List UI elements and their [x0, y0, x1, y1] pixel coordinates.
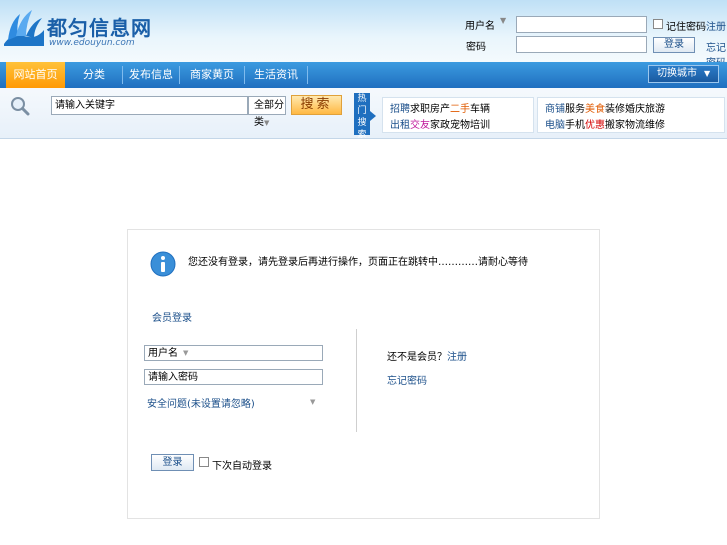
- hot-keyword-link[interactable]: 物流: [625, 116, 645, 131]
- nav-item-post[interactable]: 发布信息: [123, 62, 179, 88]
- hot-keyword-link[interactable]: 求职: [410, 100, 430, 115]
- hot-keyword-link[interactable]: 出租: [390, 116, 410, 131]
- hot-keyword-link[interactable]: 优惠: [585, 116, 605, 131]
- hot-keyword-link[interactable]: 招聘: [390, 100, 410, 115]
- chevron-down-icon[interactable]: ▼: [704, 69, 710, 78]
- arrow-right-icon: [370, 111, 376, 121]
- city-switch-label: 切换城市: [657, 68, 697, 79]
- hot-search-tab-label: 热门搜索: [357, 94, 367, 140]
- redirect-message: 您还没有登录，请先登录后再进行操作，页面正在跳转中…………请耐心等待: [188, 257, 528, 268]
- hot-keyword-link[interactable]: 二手: [450, 100, 470, 115]
- user-type-select[interactable]: 用户名: [465, 17, 495, 32]
- chevron-down-icon: ▼: [264, 119, 270, 127]
- hot-keyword-link[interactable]: 商铺: [545, 100, 565, 115]
- chevron-down-icon: ▼: [183, 349, 189, 357]
- hot-search-tab[interactable]: 热门搜索: [354, 93, 370, 140]
- auto-login-checkbox[interactable]: [199, 457, 209, 467]
- dialog-password-input[interactable]: 请输入密码: [144, 369, 323, 385]
- nav-item-yellowpages[interactable]: 商家黄页: [180, 62, 244, 88]
- dialog-user-type-select[interactable]: 用户名 ▼: [144, 345, 323, 361]
- hot-keyword-link[interactable]: 房产: [430, 100, 450, 115]
- chevron-down-icon[interactable]: ▼: [500, 16, 506, 25]
- hot-keyword-link[interactable]: 维修: [645, 116, 665, 131]
- hot-keyword-link[interactable]: 电脑: [545, 116, 565, 131]
- dialog-login-button[interactable]: 登录: [151, 454, 194, 471]
- safety-question-select[interactable]: 安全问题(未设置请忽略): [147, 395, 255, 410]
- remember-checkbox[interactable]: [653, 19, 663, 29]
- hot-keyword-link[interactable]: 交友: [410, 116, 430, 131]
- password-label: 密码: [466, 42, 486, 53]
- nav-item-category[interactable]: 分类: [66, 62, 122, 88]
- dialog-forgot-password-link[interactable]: 忘记密码: [387, 372, 427, 387]
- search-icon: [11, 97, 30, 116]
- hot-keyword-link[interactable]: 培训: [470, 116, 490, 131]
- member-login-title: 会员登录: [152, 313, 192, 324]
- search-button[interactable]: 搜索: [291, 95, 342, 115]
- not-member-text: 还不是会员？注册: [387, 348, 467, 363]
- hot-keyword-link[interactable]: 家政: [430, 116, 450, 131]
- register-link[interactable]: 注册: [706, 18, 726, 33]
- search-input[interactable]: 请输入关键字: [51, 96, 248, 115]
- logo-text[interactable]: 都匀信息网: [47, 12, 152, 41]
- hot-keyword-link[interactable]: 车辆: [470, 100, 490, 115]
- remember-label: 记住密码: [666, 22, 706, 33]
- hot-keyword-link[interactable]: 装修: [605, 100, 625, 115]
- search-category-select[interactable]: 全部分类▼: [248, 96, 286, 128]
- hot-keyword-link[interactable]: 宠物: [450, 116, 470, 131]
- dialog-password-placeholder: 请输入密码: [148, 372, 198, 383]
- hot-keyword-link[interactable]: 手机: [565, 116, 585, 131]
- logo-url: www.edouyun.com: [49, 38, 135, 48]
- hot-keyword-link[interactable]: 婚庆: [625, 100, 645, 115]
- hot-keyword-link[interactable]: 服务: [565, 100, 585, 115]
- header-username-input[interactable]: [516, 16, 647, 33]
- auto-login-label: 下次自动登录: [212, 461, 272, 472]
- chevron-down-icon[interactable]: ▼: [310, 398, 315, 406]
- dialog-register-link[interactable]: 注册: [447, 352, 467, 363]
- nav-item-news[interactable]: 生活资讯: [245, 62, 307, 88]
- logo-splash-icon: [4, 10, 44, 46]
- header-password-input[interactable]: [516, 36, 647, 53]
- nav-item-home[interactable]: 网站首页: [6, 62, 65, 88]
- search-placeholder: 请输入关键字: [55, 100, 115, 111]
- hot-keyword-link[interactable]: 旅游: [645, 100, 665, 115]
- hot-keyword-link[interactable]: 搬家: [605, 116, 625, 131]
- not-member-label: 还不是会员？: [387, 352, 447, 363]
- header-login-button[interactable]: 登录: [653, 37, 695, 53]
- nav-divider: [307, 66, 308, 84]
- dialog-divider: [356, 329, 357, 432]
- info-icon: [150, 251, 176, 277]
- hot-keyword-link[interactable]: 美食: [585, 100, 605, 115]
- dialog-user-type-value: 用户名: [148, 348, 178, 359]
